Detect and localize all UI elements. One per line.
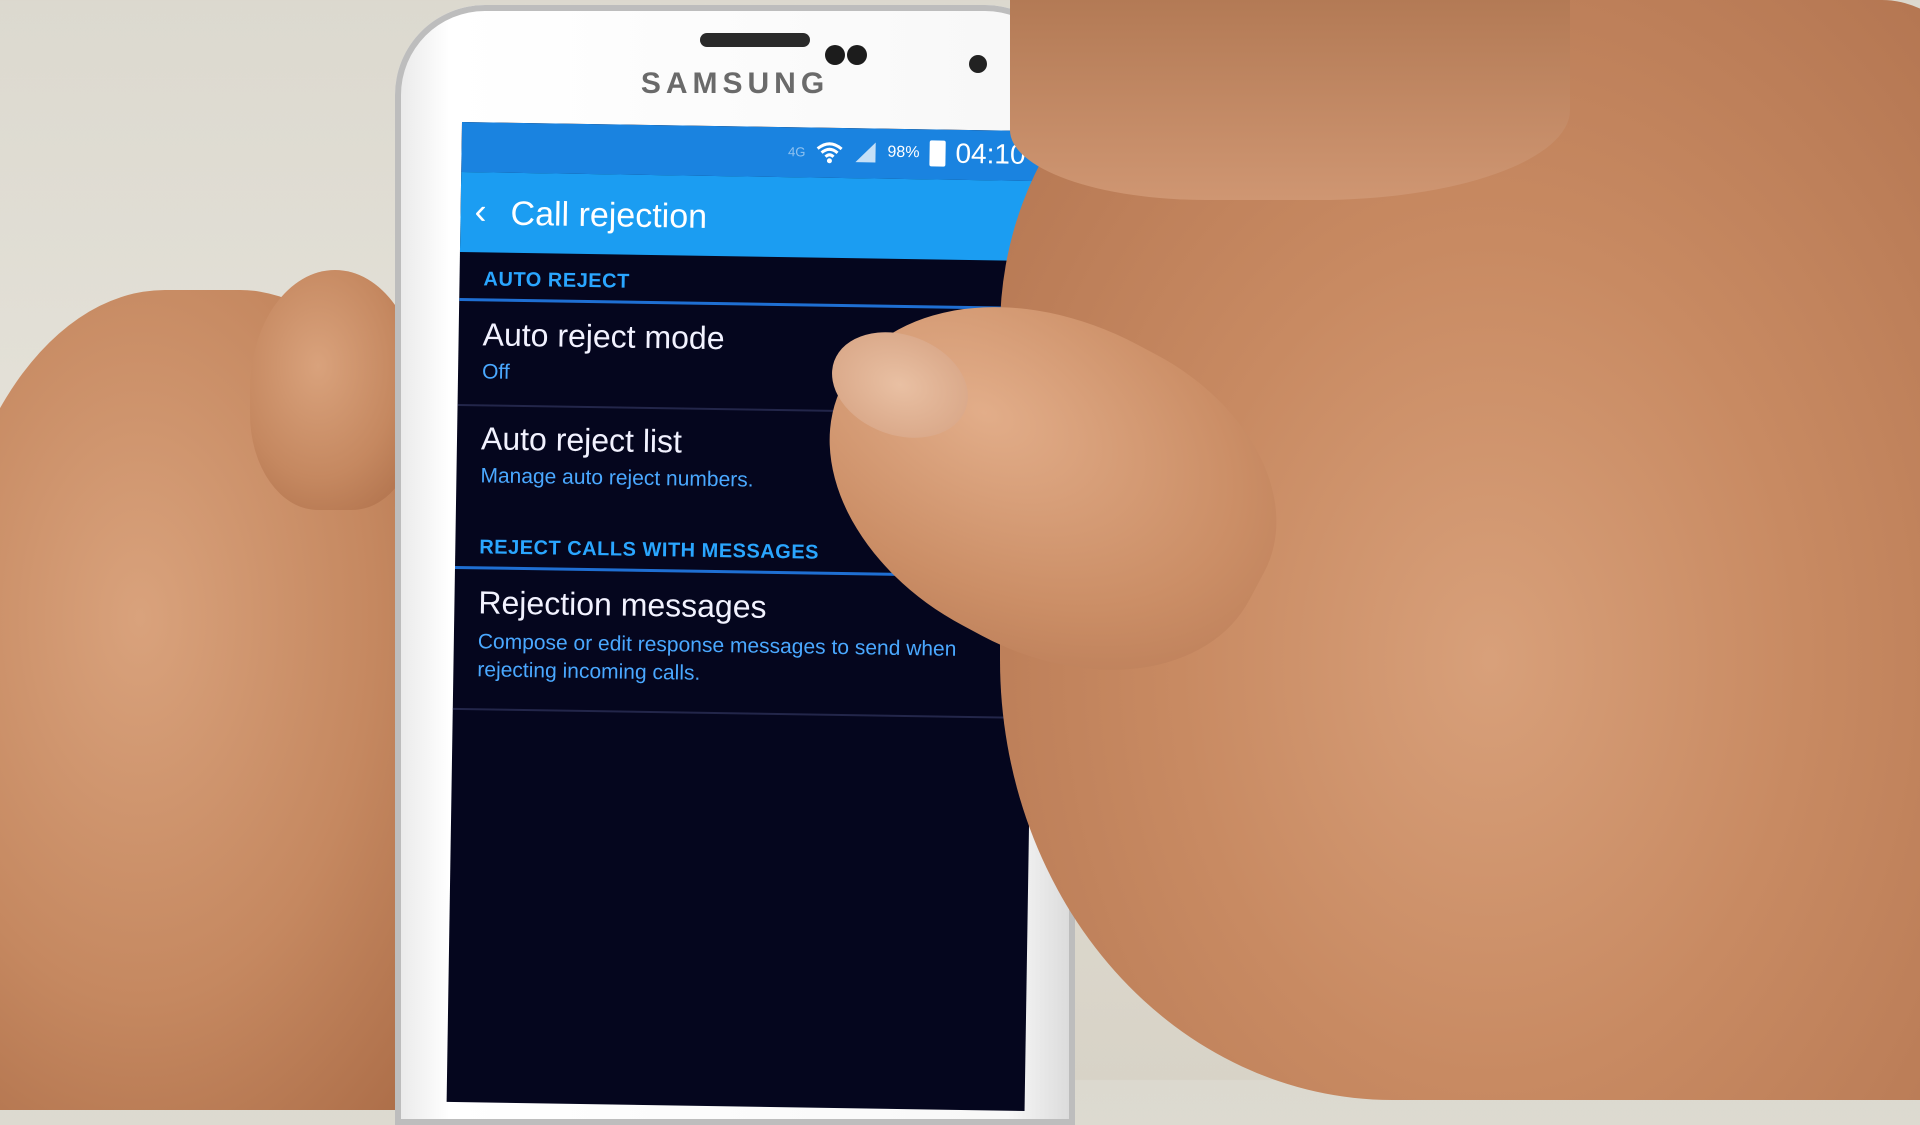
brand-logo: SAMSUNG [640, 67, 830, 100]
battery-percent: 98% [887, 143, 920, 162]
item-title: Rejection messages [478, 584, 767, 625]
battery-icon [929, 140, 946, 167]
status-icons: 4G 98% 04:10 [788, 135, 1026, 171]
section-header-reject-messages: REJECT CALLS WITH MESSAGES [479, 536, 820, 564]
back-chevron-icon[interactable]: ‹ [474, 190, 487, 232]
earpiece-speaker [700, 33, 810, 47]
item-summary: Compose or edit response messages to sen… [477, 630, 957, 685]
page-title[interactable]: Call rejection [510, 195, 707, 237]
proximity-sensor [825, 45, 845, 65]
section-header-auto-reject: AUTO REJECT [483, 268, 630, 293]
action-bar: ‹ Call rejection [459, 171, 1040, 262]
status-bar: 4G 98% 04:10 [461, 122, 1040, 182]
right-fingers-top [1010, 0, 1570, 200]
wifi-icon [816, 142, 843, 164]
item-divider [452, 707, 1031, 720]
item-title: Auto reject mode [482, 316, 725, 357]
signal-icon [855, 142, 876, 163]
light-sensor [847, 45, 867, 65]
item-title: Auto reject list [480, 420, 683, 460]
network-type-label: 4G [788, 143, 806, 159]
